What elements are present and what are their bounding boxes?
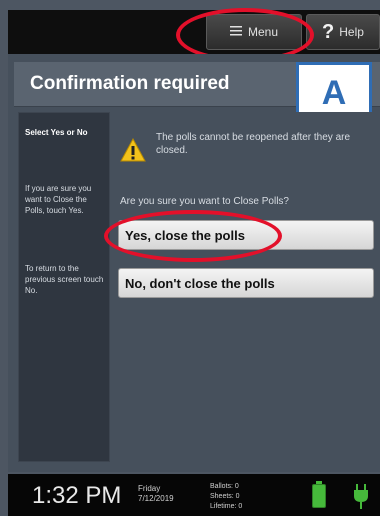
annotation-ellipse-yes (104, 210, 282, 262)
date-block: Friday 7/12/2019 (138, 484, 188, 504)
warning-message: The polls cannot be reopened after they … (156, 132, 351, 156)
help-button[interactable]: ? Help (306, 14, 380, 50)
power-plug-icon (354, 484, 368, 509)
sheets-count: Sheets: 0 (210, 493, 240, 500)
date-value: 7/12/2019 (138, 494, 174, 503)
sidebar-text-yes: If you are sure you want to Close the Po… (25, 184, 92, 215)
sidebar-text-no: To return to the previous screen touch N… (25, 264, 104, 295)
ballots-count: Ballots: 0 (210, 483, 239, 490)
day-name: Friday (138, 484, 161, 493)
battery-icon (312, 481, 326, 508)
help-icon: ? (322, 20, 335, 43)
clock: 1:32 PM (32, 482, 122, 509)
sidebar-heading: Select Yes or No (25, 128, 88, 137)
help-label: Help (339, 25, 364, 39)
confirm-question: Are you sure you want to Close Polls? (120, 196, 289, 207)
dialog-title: Confirmation required (30, 73, 230, 94)
ballot-counters: Ballots: 0 Sheets: 0 Lifetime: 0 (210, 482, 260, 512)
lifetime-count: Lifetime: 0 (210, 503, 243, 510)
no-close-polls-button[interactable]: No, don't close the polls (118, 268, 374, 298)
instruction-sidebar: Select Yes or No If you are sure you wan… (18, 112, 110, 462)
warning-icon (120, 138, 146, 162)
